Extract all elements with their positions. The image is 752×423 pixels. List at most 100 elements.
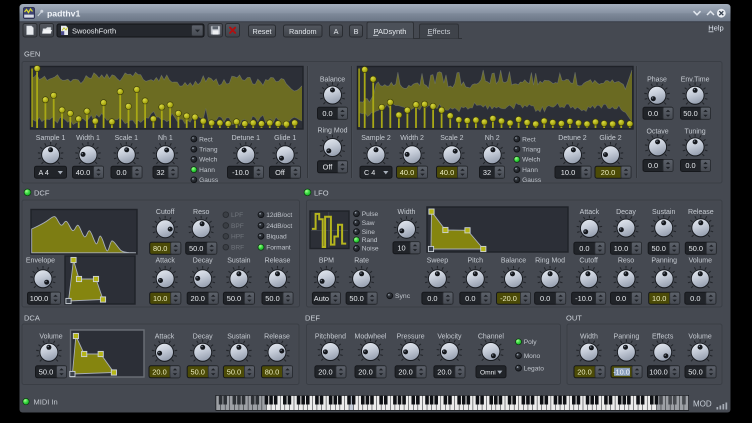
svg-text:Attack: Attack	[155, 333, 175, 340]
svg-text:20.0: 20.0	[577, 367, 591, 376]
svg-text:Sync: Sync	[395, 293, 411, 300]
svg-text:BPF: BPF	[231, 223, 244, 230]
svg-text:B: B	[354, 27, 359, 36]
svg-text:Triang: Triang	[522, 147, 541, 154]
svg-text:OUT: OUT	[566, 313, 582, 322]
svg-text:Rate: Rate	[354, 257, 369, 264]
svg-text:BRF: BRF	[231, 245, 244, 252]
svg-text:Sustain: Sustain	[227, 333, 250, 340]
svg-text:Panning: Panning	[651, 257, 677, 264]
svg-text:Decay: Decay	[193, 257, 213, 264]
svg-text:Sine: Sine	[362, 229, 376, 236]
svg-text:Reso: Reso	[193, 209, 209, 216]
svg-text:50.0: 50.0	[39, 367, 53, 376]
svg-text:Volume: Volume	[689, 257, 712, 264]
svg-text:-10.0: -10.0	[575, 294, 592, 303]
svg-text:Noise: Noise	[362, 246, 379, 253]
svg-text:Detune 1: Detune 1	[232, 135, 261, 142]
svg-text:Volume: Volume	[39, 333, 62, 340]
svg-text:A: A	[334, 27, 339, 36]
svg-text:0.0: 0.0	[685, 161, 695, 170]
svg-text:Rand: Rand	[362, 237, 378, 244]
svg-text:0.0: 0.0	[540, 294, 550, 303]
svg-text:Nh 1: Nh 1	[158, 135, 173, 142]
svg-text:50.0: 50.0	[683, 109, 697, 118]
svg-text:Omni: Omni	[480, 369, 496, 376]
svg-text:C 4: C 4	[364, 168, 375, 177]
svg-text:50.0: 50.0	[189, 244, 203, 253]
svg-text:Welch: Welch	[199, 157, 218, 164]
svg-text:Sample 2: Sample 2	[361, 135, 391, 142]
svg-text:0.0: 0.0	[616, 294, 626, 303]
svg-text:40.0: 40.0	[76, 168, 90, 177]
svg-text:20.0: 20.0	[437, 367, 451, 376]
svg-text:0.0: 0.0	[116, 168, 126, 177]
svg-text:50.0: 50.0	[191, 367, 205, 376]
svg-text:80.0: 80.0	[265, 367, 279, 376]
svg-text:DCA: DCA	[24, 313, 40, 322]
svg-text:Sample 1: Sample 1	[36, 135, 66, 142]
svg-text:A 4: A 4	[39, 168, 49, 177]
svg-text:10.0: 10.0	[614, 244, 628, 253]
svg-text:Formant: Formant	[266, 245, 291, 252]
svg-text:Ring Mod: Ring Mod	[535, 257, 565, 264]
svg-text:Legato: Legato	[524, 365, 545, 372]
svg-text:Pulse: Pulse	[362, 211, 379, 218]
svg-text:Release: Release	[265, 257, 291, 264]
svg-text:50.0: 50.0	[688, 367, 702, 376]
svg-text:Scale 1: Scale 1	[115, 135, 138, 142]
svg-text:50.0: 50.0	[265, 294, 279, 303]
svg-text:SwooshForth: SwooshForth	[72, 27, 116, 36]
svg-text:50.0: 50.0	[652, 244, 666, 253]
svg-text:Gauss: Gauss	[522, 177, 542, 184]
svg-text:0.0: 0.0	[427, 294, 437, 303]
svg-text:Attack: Attack	[580, 209, 600, 216]
svg-text:20.0: 20.0	[152, 367, 166, 376]
svg-text:Hann: Hann	[199, 167, 215, 174]
svg-text:MIDI In: MIDI In	[34, 398, 58, 407]
svg-text:Reset: Reset	[252, 27, 271, 36]
svg-text:100.0: 100.0	[30, 294, 49, 303]
svg-text:padthv1: padthv1	[47, 8, 80, 18]
svg-text:0.0: 0.0	[648, 109, 658, 118]
svg-text:Decay: Decay	[193, 333, 213, 340]
svg-text:Sweep: Sweep	[427, 257, 449, 264]
svg-text:24dB/oct: 24dB/oct	[266, 223, 292, 230]
svg-text:Balance: Balance	[501, 257, 526, 264]
svg-text:-10.0: -10.0	[232, 168, 249, 177]
svg-text:10.0: 10.0	[153, 294, 167, 303]
svg-text:10: 10	[397, 243, 405, 252]
svg-text:Off: Off	[323, 162, 334, 171]
svg-text:40.0: 40.0	[400, 168, 414, 177]
svg-text:32: 32	[156, 168, 164, 177]
svg-text:-20.0: -20.0	[500, 294, 517, 303]
svg-text:Width 1: Width 1	[76, 135, 100, 142]
svg-text:Sustain: Sustain	[227, 257, 250, 264]
svg-text:Off: Off	[275, 168, 286, 177]
svg-text:40.0: 40.0	[440, 168, 454, 177]
svg-text:Mono: Mono	[524, 353, 541, 360]
svg-text:Scale 2: Scale 2	[440, 135, 463, 142]
svg-text:20.0: 20.0	[358, 367, 372, 376]
svg-text:Ring Mod: Ring Mod	[318, 128, 348, 135]
svg-text:Cutoff: Cutoff	[579, 257, 598, 264]
svg-text:Glide 2: Glide 2	[599, 135, 621, 142]
svg-text:Rect: Rect	[522, 136, 536, 143]
svg-text:Poly: Poly	[524, 339, 538, 346]
svg-text:Hann: Hann	[522, 167, 538, 174]
svg-text:Envelope: Envelope	[26, 257, 55, 264]
svg-text:0.0: 0.0	[690, 294, 700, 303]
svg-text:Width: Width	[398, 209, 416, 216]
svg-text:20.0: 20.0	[601, 168, 615, 177]
svg-text:LFO: LFO	[314, 188, 329, 197]
svg-text:80.0: 80.0	[153, 244, 167, 253]
svg-text:20.0: 20.0	[398, 367, 412, 376]
svg-text:0.0: 0.0	[648, 161, 658, 170]
svg-text:Saw: Saw	[362, 220, 375, 227]
svg-text:Triang: Triang	[199, 147, 218, 154]
svg-text:10.0: 10.0	[561, 168, 575, 177]
svg-text:Auto: Auto	[314, 294, 329, 303]
svg-text:Attack: Attack	[155, 257, 175, 264]
svg-text:Effects: Effects	[428, 27, 451, 36]
svg-text:Nh 2: Nh 2	[485, 135, 500, 142]
